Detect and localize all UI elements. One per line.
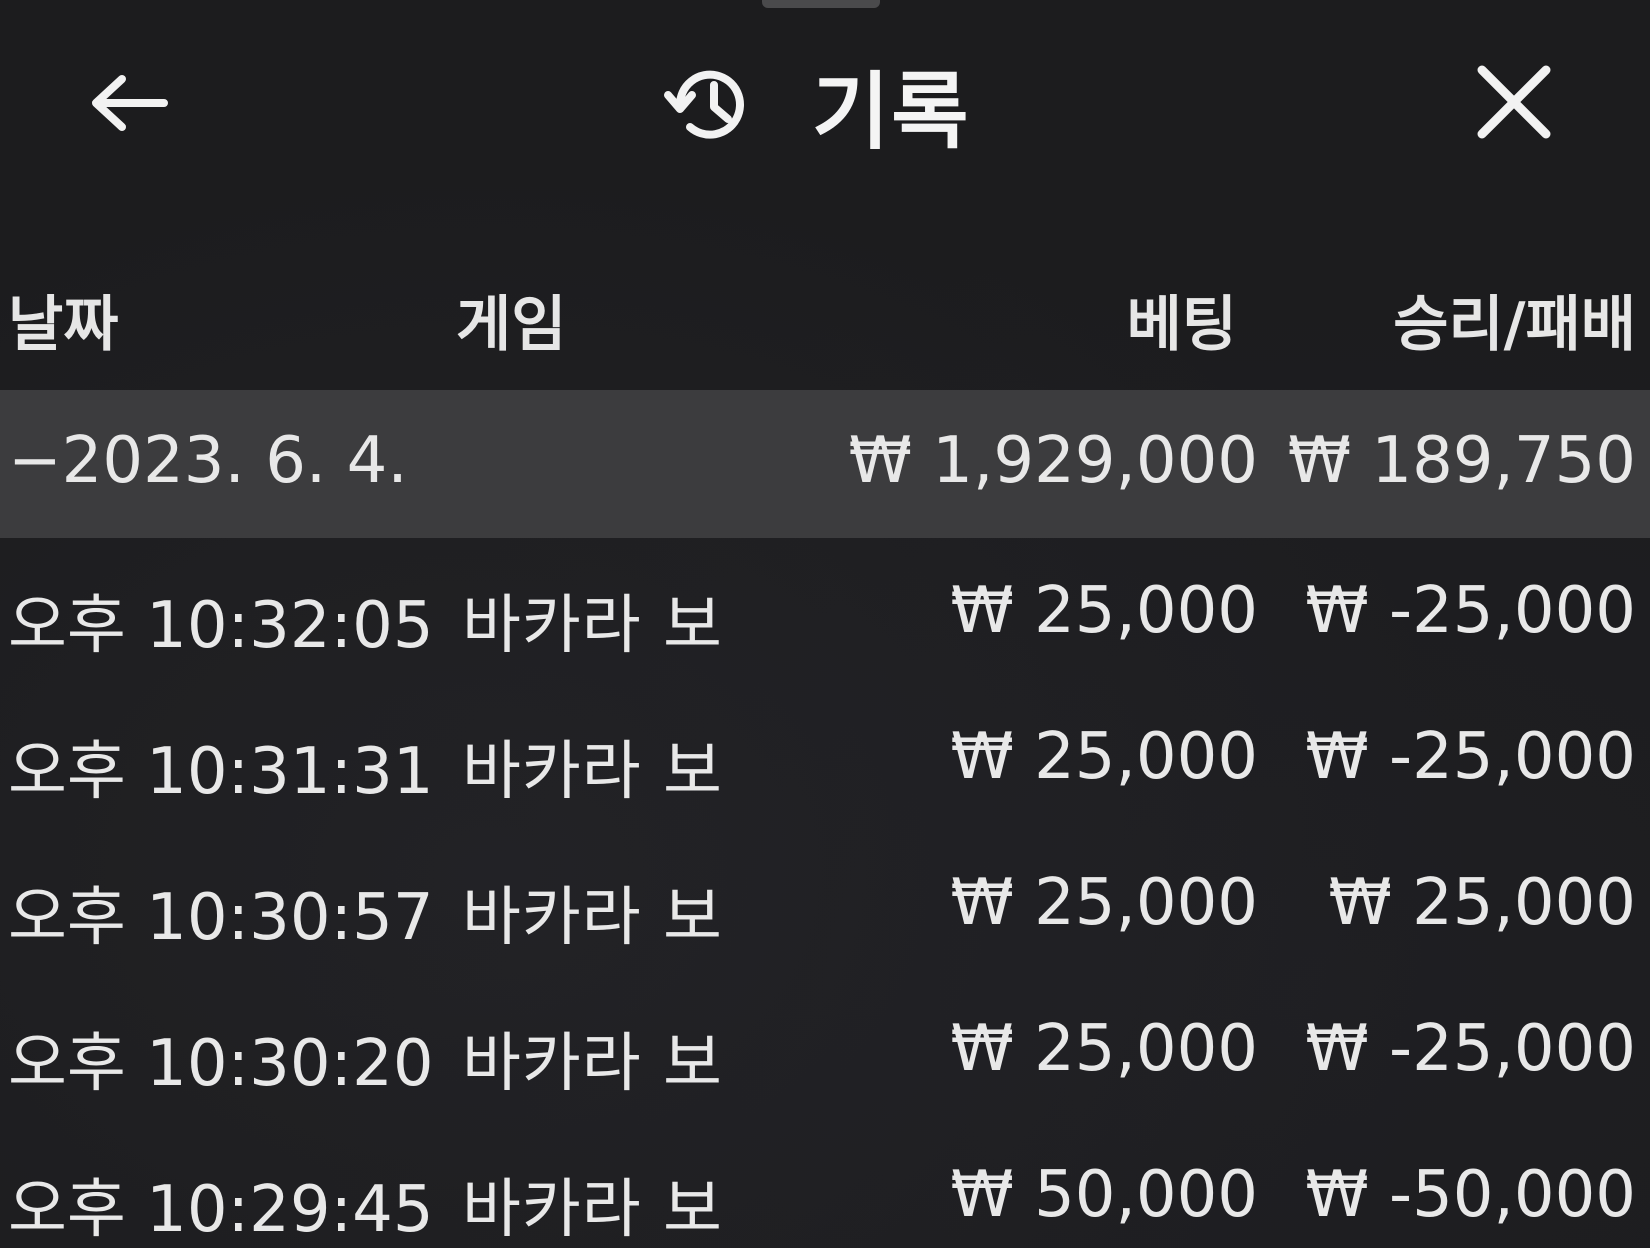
row-time: 오후 10:30:20 <box>8 1027 434 1101</box>
page-title: 기록 <box>660 50 971 161</box>
table-row[interactable]: 오후 10:30:57 바카라 보 ₩ 25,000 ₩ 25,000 <box>0 830 1650 976</box>
summary-date: −2023. 6. 4. <box>8 424 408 498</box>
back-button[interactable] <box>80 60 176 150</box>
summary-result: ₩ 189,750 <box>1287 424 1636 498</box>
row-game: 바카라 보 <box>462 589 723 663</box>
row-time: 오후 10:32:05 <box>8 589 434 663</box>
title-text: 기록 <box>812 62 971 161</box>
row-bet: ₩ 25,000 <box>950 1012 1258 1086</box>
table-row[interactable]: 오후 10:29:45 바카라 보 ₩ 50,000 ₩ -50,000 <box>0 1122 1650 1248</box>
history-header: 기록 <box>0 0 1650 210</box>
column-header-result: 승리/패배 <box>1393 290 1636 360</box>
row-bet: ₩ 25,000 <box>950 574 1258 648</box>
row-game: 바카라 보 <box>462 735 723 809</box>
date-summary-row[interactable]: −2023. 6. 4. ₩ 1,929,000 ₩ 189,750 <box>0 390 1650 538</box>
history-icon <box>660 55 760 155</box>
close-icon <box>1474 62 1554 146</box>
row-game: 바카라 보 <box>462 881 723 955</box>
row-result: ₩ -25,000 <box>1305 720 1636 794</box>
close-button[interactable] <box>1468 58 1560 150</box>
history-table: 날짜 게임 베팅 승리/패배 −2023. 6. 4. ₩ 1,929,000 … <box>0 240 1650 1248</box>
row-bet: ₩ 25,000 <box>950 720 1258 794</box>
column-header-game: 게임 <box>456 290 567 360</box>
row-result: ₩ -25,000 <box>1305 1012 1636 1086</box>
table-row[interactable]: 오후 10:31:31 바카라 보 ₩ 25,000 ₩ -25,000 <box>0 684 1650 830</box>
row-time: 오후 10:31:31 <box>8 735 434 809</box>
column-header-bet: 베팅 <box>1126 290 1237 360</box>
row-time: 오후 10:30:57 <box>8 881 434 955</box>
table-header: 날짜 게임 베팅 승리/패배 <box>0 240 1650 390</box>
summary-bet: ₩ 1,929,000 <box>848 424 1258 498</box>
row-bet: ₩ 25,000 <box>950 866 1258 940</box>
row-result: ₩ -50,000 <box>1305 1158 1636 1232</box>
row-game: 바카라 보 <box>462 1173 723 1247</box>
arrow-left-icon <box>88 73 168 137</box>
table-row[interactable]: 오후 10:32:05 바카라 보 ₩ 25,000 ₩ -25,000 <box>0 538 1650 684</box>
row-bet: ₩ 50,000 <box>950 1158 1258 1232</box>
row-result: ₩ -25,000 <box>1305 574 1636 648</box>
table-row[interactable]: 오후 10:30:20 바카라 보 ₩ 25,000 ₩ -25,000 <box>0 976 1650 1122</box>
column-header-date: 날짜 <box>8 290 119 360</box>
row-result: ₩ 25,000 <box>1328 866 1636 940</box>
row-game: 바카라 보 <box>462 1027 723 1101</box>
row-time: 오후 10:29:45 <box>8 1173 434 1247</box>
